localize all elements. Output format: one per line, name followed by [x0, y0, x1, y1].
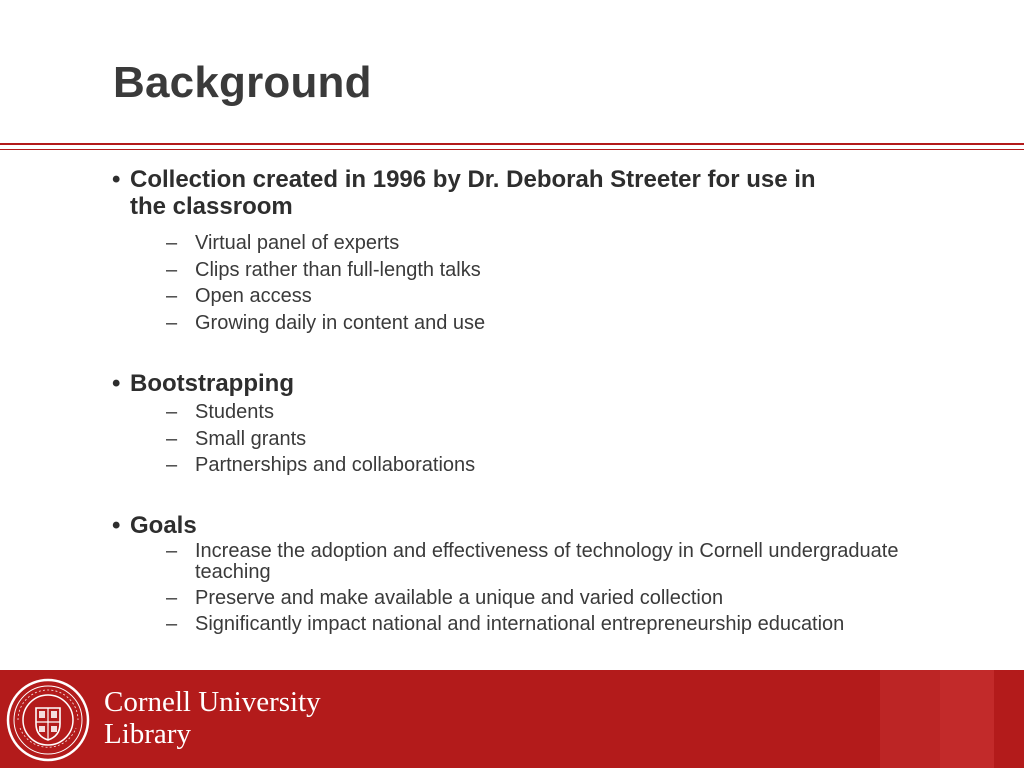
sub-item: – Partnerships and collaborations	[166, 452, 1000, 479]
bullet-marker: •	[112, 370, 121, 397]
sub-item: – Preserve and make available a unique an…	[166, 586, 724, 609]
cornell-library-wordmark: Cornell University Library	[104, 686, 321, 750]
bullet-goals: • Goals	[110, 512, 1000, 539]
bullet-text-line2: the classroom	[130, 193, 293, 220]
dash-marker: –	[166, 258, 178, 281]
title-divider-thin	[0, 149, 1024, 150]
slide-body: • Collection created in 1996 by Dr. Debo…	[110, 166, 1000, 640]
cornell-seal-icon	[6, 678, 90, 762]
bullet-bootstrapping: • Bootstrapping	[110, 370, 1000, 397]
footer-accent-panel	[994, 670, 1024, 768]
footer-band: Cornell University Library	[0, 670, 1024, 768]
dash-marker: –	[166, 612, 178, 635]
dash-marker: –	[166, 586, 178, 609]
footer-accent-panel	[880, 670, 940, 768]
sub-item: – Open access	[166, 283, 1000, 310]
dash-marker: –	[166, 454, 178, 476]
footer-accent-panel	[940, 670, 994, 768]
sub-list-bootstrapping: – Students – Small grants – Partnerships an…	[110, 399, 1000, 479]
title-divider-thick	[0, 143, 1024, 145]
dash-marker: –	[166, 285, 178, 307]
slide-title: Background	[113, 58, 372, 107]
bullet-marker: •	[112, 166, 121, 193]
wordmark-line2: Library	[104, 718, 191, 750]
dash-marker: –	[166, 427, 178, 450]
sub-item: – Significantly impact national and inter…	[166, 612, 845, 635]
dash-marker: –	[166, 311, 178, 334]
sub-list-collection: – Virtual panel of experts – Clips rather …	[110, 230, 1000, 336]
bullet-collection: • Collection created in 1996 by Dr. Debo…	[110, 166, 1000, 220]
sub-list-goals: – Increase the adoption and effectivenes…	[110, 539, 1000, 635]
dash-marker: –	[166, 401, 178, 423]
bullet-text: Bootstrapping	[130, 370, 294, 397]
dash-marker: –	[166, 539, 178, 562]
sub-item: – Growing daily in content and use	[166, 310, 1000, 337]
sub-item: – Increase the adoption and effectivenes…	[166, 539, 899, 583]
sub-item: – Students	[166, 399, 1000, 426]
wordmark-line1: Cornell University	[104, 686, 321, 718]
bullet-marker: •	[112, 511, 121, 539]
sub-item: – Small grants	[166, 426, 1000, 453]
bullet-text-line1: Collection created in 1996 by Dr. Debora…	[130, 166, 816, 193]
dash-marker: –	[166, 232, 178, 254]
sub-item: – Clips rather than full-length talks	[166, 257, 1000, 284]
sub-item: – Virtual panel of experts	[166, 230, 1000, 257]
bullet-text: Goals	[130, 511, 197, 539]
